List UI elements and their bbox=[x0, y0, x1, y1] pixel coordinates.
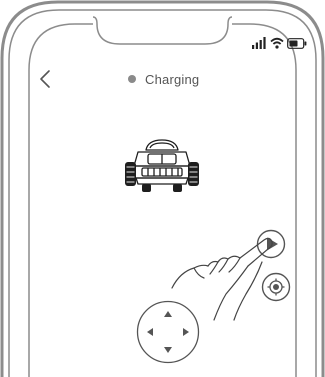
triangle-down-icon bbox=[164, 347, 172, 353]
cellular-signal-icon bbox=[252, 37, 266, 49]
triangle-left-icon bbox=[147, 328, 153, 336]
status-label: Charging bbox=[145, 71, 200, 87]
triangle-up-icon bbox=[164, 311, 172, 317]
wifi-icon bbox=[270, 37, 284, 49]
dpad-right-button[interactable] bbox=[174, 322, 194, 342]
robot-mower-icon bbox=[125, 139, 199, 192]
status-dot bbox=[128, 75, 136, 83]
back-button[interactable] bbox=[36, 68, 58, 90]
app-screen: Charging bbox=[0, 0, 325, 377]
chevron-left-icon bbox=[40, 70, 50, 88]
direction-pad bbox=[136, 300, 200, 364]
dpad-left-button[interactable] bbox=[142, 322, 162, 342]
play-button[interactable] bbox=[256, 229, 286, 259]
battery-icon bbox=[287, 38, 307, 49]
locate-button[interactable] bbox=[261, 272, 291, 302]
triangle-right-icon bbox=[183, 328, 189, 336]
status-bar bbox=[252, 36, 308, 50]
status-indicator: Charging bbox=[128, 71, 199, 87]
